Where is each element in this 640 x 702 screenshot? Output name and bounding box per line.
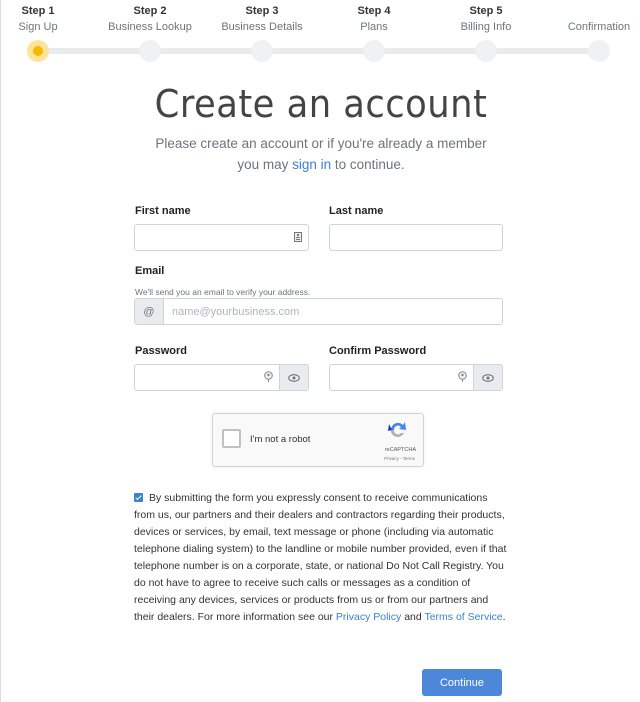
step-dot <box>139 40 161 62</box>
password-visibility-toggle[interactable] <box>279 365 308 390</box>
step-billing-info: Step 5 Billing Info <box>431 4 541 34</box>
stepper-track <box>38 48 599 54</box>
privacy-policy-link[interactable]: Privacy Policy <box>336 611 401 623</box>
first-name-field[interactable] <box>134 224 309 251</box>
step-label: Business Lookup <box>108 21 192 33</box>
progress-stepper: Step 1 Sign Up Step 2 Business Lookup St… <box>1 0 640 64</box>
step-business-lookup: Step 2 Business Lookup <box>95 4 205 34</box>
confirm-password-label: Confirm Password <box>329 345 427 357</box>
contact-card-icon <box>294 229 302 247</box>
email-input[interactable] <box>135 299 502 324</box>
password-field[interactable] <box>134 364 309 391</box>
recaptcha-logo-icon <box>387 420 409 445</box>
step-label: Confirmation <box>567 21 631 33</box>
eye-icon <box>288 373 300 382</box>
password-label: Password <box>135 345 187 357</box>
step-dot <box>363 40 385 62</box>
consent-end: . <box>502 611 506 623</box>
key-icon <box>264 369 273 387</box>
recaptcha-label: I'm not a robot <box>250 434 311 445</box>
step-dot-active <box>27 40 49 62</box>
confirm-password-visibility-toggle[interactable] <box>473 365 502 390</box>
continue-button[interactable]: Continue <box>422 669 502 696</box>
recaptcha-widget: I'm not a robot reCAPTCHA Privacy - Term… <box>212 413 424 467</box>
step-label: Sign Up <box>18 21 58 33</box>
step-number: Step 2 <box>133 5 167 17</box>
step-plans: Step 4 Plans <box>319 4 429 34</box>
last-name-field[interactable] <box>329 224 503 251</box>
email-hint: We'll send you an email to verify your a… <box>135 287 311 297</box>
first-name-input[interactable] <box>135 225 308 250</box>
consent-and: and <box>401 611 425 623</box>
consent-text: By submitting the form you expressly con… <box>134 490 509 626</box>
consent-checkbox[interactable] <box>134 493 143 502</box>
recaptcha-brand: reCAPTCHA <box>384 447 416 453</box>
terms-of-service-link[interactable]: Terms of Service <box>424 611 502 623</box>
eye-icon <box>482 373 494 382</box>
step-business-details: Step 3 Business Details <box>207 4 317 34</box>
step-dot <box>475 40 497 62</box>
subtitle-text-end: to continue. <box>331 157 405 172</box>
recaptcha-checkbox[interactable] <box>222 429 241 448</box>
email-field[interactable]: @ <box>134 298 503 325</box>
last-name-label: Last name <box>329 205 384 217</box>
step-number: Step 3 <box>245 5 279 17</box>
sign-in-link[interactable]: sign in <box>292 157 331 172</box>
email-addon: @ <box>135 299 164 324</box>
step-label: Business Details <box>221 21 303 33</box>
page-title: Create an account <box>154 82 488 126</box>
step-dot <box>251 40 273 62</box>
step-dot <box>588 40 610 62</box>
first-name-label: First name <box>135 205 191 217</box>
step-confirmation: Confirmation <box>544 4 640 34</box>
step-number <box>544 4 640 18</box>
at-sign-icon: @ <box>143 305 155 318</box>
step-label: Plans <box>360 21 388 33</box>
recaptcha-terms-link[interactable]: Privacy - Terms <box>384 456 415 461</box>
last-name-input[interactable] <box>330 225 502 250</box>
email-label: Email <box>135 265 165 277</box>
confirm-password-field[interactable] <box>329 364 503 391</box>
step-number: Step 1 <box>21 5 55 17</box>
step-sign-up: Step 1 Sign Up <box>0 4 93 34</box>
step-number: Step 4 <box>357 5 391 17</box>
step-number: Step 5 <box>469 5 503 17</box>
key-icon <box>458 369 467 387</box>
consent-body: By submitting the form you expressly con… <box>134 492 507 623</box>
page-subtitle: Please create an account or if you're al… <box>151 133 491 175</box>
step-label: Billing Info <box>460 21 512 33</box>
